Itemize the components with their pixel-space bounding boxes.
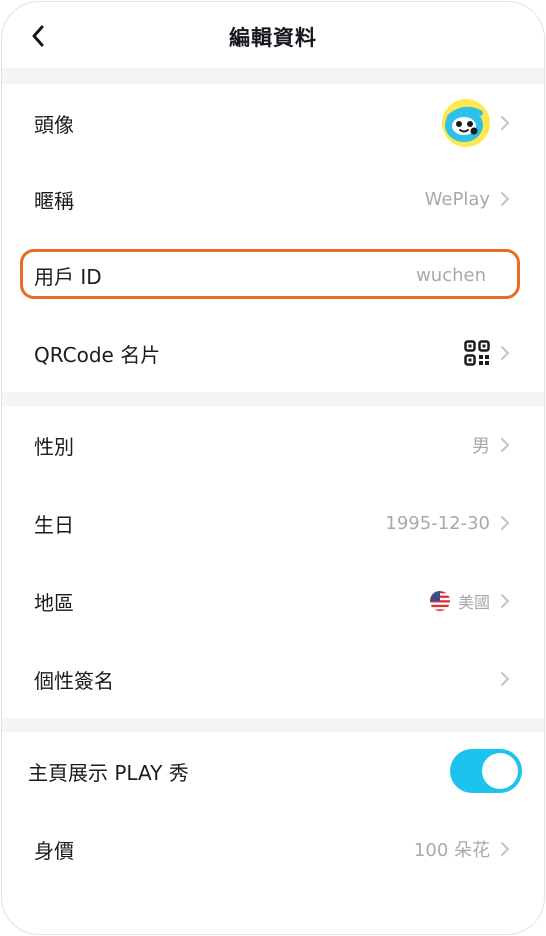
toggle-knob [482, 753, 518, 789]
phone-frame: 編輯資料 頭像 暱稱 WePlay 用戶 ID wuchen QRCode 名片 [1, 1, 545, 935]
section-divider [2, 718, 544, 732]
gender-label: 性別 [34, 434, 74, 459]
qrcode-icon [464, 340, 490, 366]
section-divider [2, 68, 544, 84]
chevron-right-icon [501, 594, 509, 608]
birthday-row[interactable]: 生日 1995-12-30 [2, 484, 544, 562]
section-divider [2, 392, 544, 406]
show-play-label: 主頁展示 PLAY 秀 [28, 760, 189, 785]
nickname-value: WePlay [424, 188, 490, 210]
region-row[interactable]: 地區 美國 [2, 562, 544, 640]
chevron-right-icon [501, 842, 509, 856]
show-play-row: 主頁展示 PLAY 秀 [2, 732, 544, 810]
chevron-right-icon [501, 116, 509, 130]
birthday-value: 1995-12-30 [385, 512, 490, 534]
nickname-label: 暱稱 [34, 188, 74, 213]
user-id-value: wuchen [416, 264, 486, 286]
avatar-row[interactable]: 頭像 [2, 84, 544, 162]
chevron-right-icon [501, 346, 509, 360]
birthday-label: 生日 [34, 512, 74, 537]
page-title: 編輯資料 [229, 26, 317, 50]
chevron-right-icon [501, 438, 509, 452]
nickname-row[interactable]: 暱稱 WePlay [2, 160, 544, 238]
user-id-row[interactable]: 用戶 ID wuchen [2, 236, 544, 314]
chevron-right-icon [501, 192, 509, 206]
signature-row[interactable]: 個性簽名 [2, 640, 544, 718]
qrcode-row[interactable]: QRCode 名片 [2, 314, 544, 392]
header: 編輯資料 [2, 2, 544, 68]
avatar [442, 99, 490, 147]
gender-value: 男 [472, 436, 490, 457]
gender-row[interactable]: 性別 男 [2, 406, 544, 484]
worth-row[interactable]: 身價 100 朵花 [2, 810, 544, 888]
show-play-toggle[interactable] [450, 749, 522, 793]
region-label: 地區 [34, 590, 74, 615]
signature-label: 個性簽名 [34, 668, 114, 693]
chevron-right-icon [501, 672, 509, 686]
avatar-label: 頭像 [34, 112, 74, 137]
user-id-label: 用戶 ID [34, 264, 102, 289]
qrcode-label: QRCode 名片 [34, 342, 161, 367]
region-value: 美國 [457, 593, 490, 612]
worth-label: 身價 [34, 838, 74, 863]
worth-value: 100 朵花 [413, 840, 490, 861]
chevron-right-icon [501, 516, 509, 530]
us-flag-icon [429, 591, 450, 611]
